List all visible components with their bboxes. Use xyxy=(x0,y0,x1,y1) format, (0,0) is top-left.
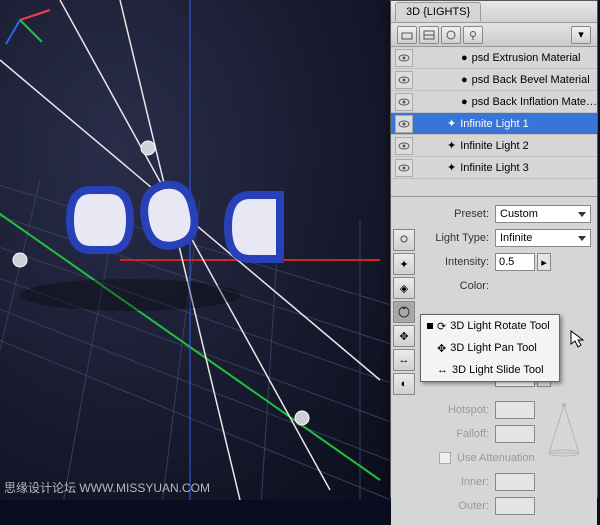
tool-light-spot[interactable]: ◈ xyxy=(393,277,415,299)
light-cone-icon xyxy=(545,403,583,457)
intensity-stepper[interactable]: ▸ xyxy=(537,253,551,271)
outer-label: Outer: xyxy=(419,500,495,512)
flyout-item[interactable]: ↔ 3D Light Slide Tool xyxy=(421,359,559,381)
layer-row[interactable]: ● psd Back Bevel Material xyxy=(391,69,597,91)
flyout-item[interactable]: ⟳ 3D Light Rotate Tool xyxy=(421,315,559,337)
flyout-label: 3D Light Slide Tool xyxy=(452,364,544,376)
layer-row[interactable]: ✦ Infinite Light 2 xyxy=(391,135,597,157)
viewport-scene xyxy=(0,0,390,500)
layer-row[interactable]: ● psd Back Inflation Material xyxy=(391,91,597,113)
attenuation-label: Use Attenuation xyxy=(451,452,535,464)
attenuation-checkbox[interactable] xyxy=(439,452,451,464)
tool-light-point[interactable]: ✦ xyxy=(393,253,415,275)
layer-name: Infinite Light 3 xyxy=(460,162,597,174)
layer-row[interactable]: ✦ Infinite Light 1 xyxy=(391,113,597,135)
panel-menu-icon[interactable]: ▾ xyxy=(571,26,591,44)
3d-viewport[interactable]: 思缘设计论坛 WWW.MISSYUAN.COM xyxy=(0,0,390,500)
tool-light-pan[interactable]: ✥ xyxy=(393,325,415,347)
layer-name: psd Back Bevel Material xyxy=(472,74,597,86)
light-type-label: Light Type: xyxy=(419,232,495,244)
cursor-icon xyxy=(570,330,588,348)
tool-light-rotate[interactable] xyxy=(393,301,415,323)
tool-light-toggle[interactable]: ◐ xyxy=(393,373,415,395)
color-label: Color: xyxy=(419,280,495,292)
panel-toolbar: ▾ xyxy=(391,23,597,47)
filter-lights-icon[interactable] xyxy=(463,26,483,44)
layer-name: psd Back Inflation Material xyxy=(472,96,597,108)
light-icon: ✦ xyxy=(447,117,456,130)
light-icon: ✦ xyxy=(447,139,456,152)
tool-icon: ↔ xyxy=(437,364,448,376)
hotspot-input xyxy=(495,401,535,419)
light-toolstrip: ✦ ◈ ✥ ↔ ◐ xyxy=(393,229,415,397)
visibility-icon[interactable] xyxy=(395,71,413,89)
preset-label: Preset: xyxy=(419,208,495,220)
visibility-icon[interactable] xyxy=(395,137,413,155)
falloff-label: Falloff: xyxy=(419,428,495,440)
material-icon: ● xyxy=(461,96,468,108)
visibility-icon[interactable] xyxy=(395,49,413,67)
flyout-label: 3D Light Rotate Tool xyxy=(450,320,549,332)
inner-input xyxy=(495,473,535,491)
preset-dropdown[interactable]: Custom xyxy=(495,205,591,223)
visibility-icon[interactable] xyxy=(395,93,413,111)
flyout-label: 3D Light Pan Tool xyxy=(450,342,537,354)
selected-marker-icon xyxy=(427,323,433,329)
hotspot-label: Hotspot: xyxy=(419,404,495,416)
light-tool-flyout: ⟳3D Light Rotate Tool✥3D Light Pan Tool↔… xyxy=(420,314,560,382)
material-icon: ● xyxy=(461,52,468,64)
layer-row[interactable]: ● psd Extrusion Material xyxy=(391,47,597,69)
flyout-item[interactable]: ✥ 3D Light Pan Tool xyxy=(421,337,559,359)
3d-panel: 3D {LIGHTS} ▾ ● psd Extrusion Material ● ps… xyxy=(390,0,598,498)
layer-row[interactable]: ✦ Infinite Light 3 xyxy=(391,157,597,179)
visibility-icon[interactable] xyxy=(395,115,413,133)
tool-light-slide[interactable]: ↔ xyxy=(393,349,415,371)
tool-icon: ⟳ xyxy=(437,320,446,333)
layer-name: psd Extrusion Material xyxy=(472,52,597,64)
inner-label: Inner: xyxy=(419,476,495,488)
material-icon: ● xyxy=(461,74,468,86)
layer-name: Infinite Light 2 xyxy=(460,140,597,152)
tool-new-light[interactable] xyxy=(393,229,415,251)
panel-titlebar: 3D {LIGHTS} xyxy=(391,1,597,23)
visibility-icon[interactable] xyxy=(395,159,413,177)
intensity-label: Intensity: xyxy=(419,256,495,268)
layer-name: Infinite Light 1 xyxy=(460,118,597,130)
layer-list: ● psd Extrusion Material ● psd Back Bevel M… xyxy=(391,47,597,197)
filter-materials-icon[interactable] xyxy=(441,26,461,44)
light-icon: ✦ xyxy=(447,161,456,174)
panel-tab[interactable]: 3D {LIGHTS} xyxy=(395,2,481,21)
filter-meshes-icon[interactable] xyxy=(419,26,439,44)
watermark: 思缘设计论坛 WWW.MISSYUAN.COM xyxy=(4,479,210,496)
tool-icon: ✥ xyxy=(437,342,446,355)
intensity-input[interactable]: 0.5 xyxy=(495,253,535,271)
light-type-dropdown[interactable]: Infinite xyxy=(495,229,591,247)
falloff-input xyxy=(495,425,535,443)
filter-scene-icon[interactable] xyxy=(397,26,417,44)
